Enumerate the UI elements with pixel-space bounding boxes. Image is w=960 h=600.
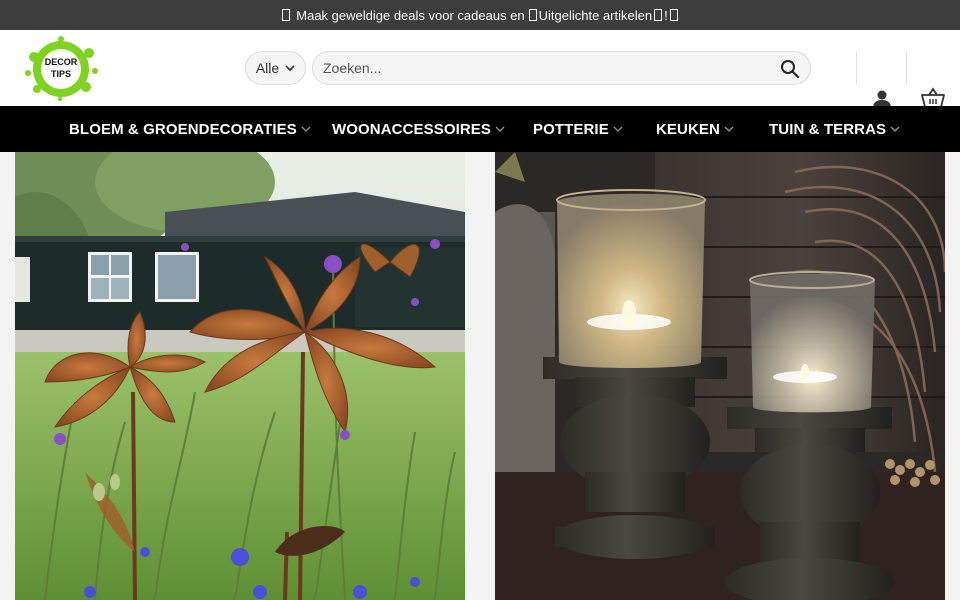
chevron-down-icon — [724, 126, 734, 132]
emoji-placeholder-icon — [528, 9, 537, 21]
promo-bar: Maak geweldige deals voor cadeaus en Uit… — [0, 0, 960, 30]
chevron-down-icon — [890, 126, 900, 132]
nav-item-keuken[interactable]: KEUKEN — [656, 121, 734, 138]
main-nav: BLOEM & GROENDECORATIES WOONACCESSOIRES … — [0, 106, 960, 152]
chevron-down-icon — [285, 65, 295, 72]
header-divider — [856, 52, 857, 84]
chevron-down-icon — [301, 126, 311, 132]
hero-image-candle-holders[interactable] — [495, 152, 945, 600]
nav-item-bloem-groendecoraties[interactable]: BLOEM & GROENDECORATIES — [69, 121, 311, 138]
nav-item-label: WOONACCESSOIRES — [332, 120, 492, 138]
search-bar: Alle — [245, 51, 811, 85]
nav-item-woonaccessoires[interactable]: WOONACCESSOIRES — [332, 121, 505, 138]
site-header: DECOR TIPS Alle — [0, 30, 960, 108]
nav-item-label: POTTERIE — [533, 120, 609, 138]
logo-text-line1: DECOR — [44, 57, 78, 67]
category-select[interactable]: Alle — [245, 51, 306, 85]
header-divider — [906, 52, 907, 84]
chevron-down-icon — [495, 126, 505, 132]
nav-item-label: BLOEM & GROENDECORATIES — [69, 120, 297, 138]
category-select-label: Alle — [255, 60, 280, 76]
logo-text-line2: TIPS — [50, 69, 71, 79]
chevron-down-icon — [613, 126, 623, 132]
search-field — [312, 51, 811, 85]
promo-text-part2[interactable]: Uitgelichte artikelen — [539, 8, 652, 23]
emoji-placeholder-icon — [282, 9, 291, 21]
emoji-placeholder-icon — [669, 9, 678, 21]
site-logo[interactable]: DECOR TIPS — [24, 35, 98, 101]
search-icon[interactable] — [780, 59, 800, 79]
hero-image-garden-lilies[interactable] — [15, 152, 465, 600]
nav-item-label: TUIN & TERRAS — [769, 120, 887, 138]
search-input[interactable] — [313, 52, 810, 84]
hero-section — [0, 152, 960, 600]
nav-item-tuin-terras[interactable]: TUIN & TERRAS — [769, 121, 900, 138]
emoji-placeholder-icon — [654, 9, 663, 21]
promo-text-part3: ! — [664, 7, 668, 23]
promo-text-part1: Maak geweldige deals voor cadeaus en — [296, 7, 525, 23]
nav-item-potterie[interactable]: POTTERIE — [533, 121, 623, 138]
nav-item-label: KEUKEN — [656, 120, 720, 138]
